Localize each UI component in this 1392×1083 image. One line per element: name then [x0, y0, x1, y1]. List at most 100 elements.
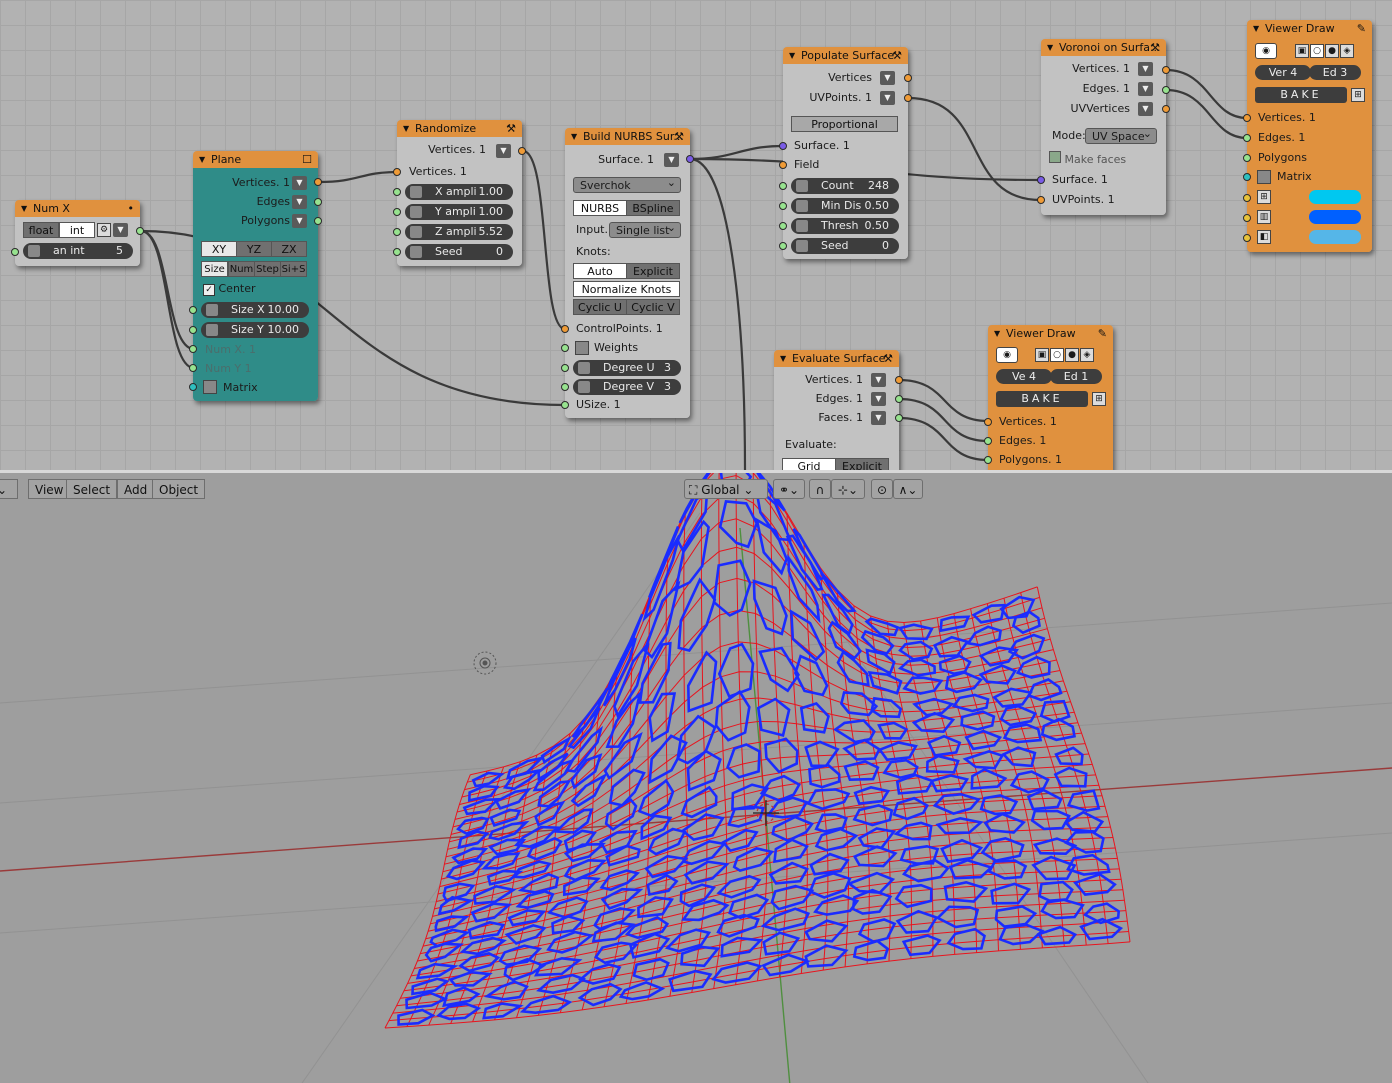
degree-u-field[interactable]: Degree U 3 — [573, 360, 681, 376]
edge-color-swatch[interactable] — [1309, 210, 1361, 224]
mode-size-button[interactable]: Size — [201, 261, 228, 277]
chevron-down-icon[interactable]: ▼ — [871, 411, 886, 425]
cyclic-u-toggle[interactable]: Cyclic U — [573, 299, 627, 315]
socket-out[interactable] — [314, 217, 322, 225]
pivot-select[interactable]: ⚭⌄ — [773, 479, 805, 499]
bake-button[interactable]: BAKE — [996, 391, 1088, 407]
size-x-field[interactable]: Size X 10.00 — [201, 302, 309, 318]
node-header[interactable]: ▼ Evaluate Surface ⚒ — [774, 350, 899, 367]
socket-in[interactable] — [561, 344, 569, 352]
node-build-nurbs[interactable]: ▼ Build NURBS Sur... ⚒ Surface. 1 ▼ Sverch… — [561, 128, 694, 418]
auto-button[interactable]: Auto — [573, 263, 627, 279]
nurbs-button[interactable]: NURBS — [573, 200, 627, 216]
chevron-down-icon[interactable]: ▼ — [496, 144, 511, 158]
socket-in[interactable] — [189, 364, 197, 372]
node-header[interactable]: ▼ Viewer Draw ✎ — [1247, 20, 1372, 37]
socket-out[interactable] — [1162, 66, 1170, 74]
make-faces-checkbox[interactable]: Make faces — [1049, 151, 1126, 166]
display-mode-icon[interactable]: ▣ — [1295, 44, 1309, 58]
node-header[interactable]: ▼ Plane ☐ — [193, 151, 318, 168]
node-header[interactable]: ▼ Populate Surface ⚒ — [783, 47, 908, 64]
vertex-color-icon[interactable]: ⊞ — [1257, 190, 1271, 204]
node-header[interactable]: ▼ Num X • — [15, 200, 140, 217]
normalize-knots-toggle[interactable]: Normalize Knots — [573, 281, 680, 297]
yz-button[interactable]: YZ — [236, 241, 272, 257]
vertex-mode-icon[interactable]: ○ — [1050, 348, 1064, 362]
xy-button[interactable]: XY — [201, 241, 237, 257]
node-plane[interactable]: ▼ Plane ☐ Vertices. 1 ▼ Edges ▼ Polygons ▼… — [189, 151, 322, 401]
min-dist-field[interactable]: Min Dis 0.50 — [791, 198, 899, 214]
bake-button[interactable]: BAKE — [1255, 87, 1347, 103]
edge-mode-icon[interactable]: ● — [1325, 44, 1339, 58]
node-header[interactable]: ▼ Voronoi on Surfa... ⚒ — [1041, 39, 1166, 56]
node-header[interactable]: ▼ Build NURBS Sur... ⚒ — [565, 128, 690, 145]
socket-in[interactable] — [1243, 154, 1251, 162]
socket-in[interactable] — [984, 437, 992, 445]
socket-in[interactable] — [393, 228, 401, 236]
socket-out[interactable] — [686, 155, 694, 163]
socket-out[interactable] — [895, 395, 903, 403]
socket-in[interactable] — [393, 168, 401, 176]
face-color-icon[interactable]: ◧ — [1257, 230, 1271, 244]
seed-field[interactable]: Seed 0 — [405, 244, 513, 260]
node-header[interactable]: ▼ Randomize ⚒ — [397, 120, 522, 137]
x-ampli-field[interactable]: X ampli 1.00 — [405, 184, 513, 200]
count-field[interactable]: Count 248 — [791, 178, 899, 194]
proportional-toggle[interactable]: Proportional — [791, 116, 898, 132]
socket-in[interactable] — [11, 248, 19, 256]
threshold-field[interactable]: Thresh 0.50 — [791, 218, 899, 234]
snap-toggle[interactable]: ∩ — [809, 479, 831, 499]
socket-in[interactable] — [779, 222, 787, 230]
socket-in[interactable] — [1243, 194, 1251, 202]
chevron-down-icon[interactable]: ▼ — [292, 195, 307, 209]
proportional-edit-toggle[interactable]: ⊙ — [871, 479, 893, 499]
chevron-down-icon[interactable]: ▼ — [871, 373, 886, 387]
editor-type-button[interactable]: ⌄ — [0, 479, 18, 499]
chevron-down-icon[interactable]: ▼ — [292, 176, 307, 190]
falloff-select[interactable]: ∧⌄ — [893, 479, 923, 499]
chevron-down-icon[interactable]: ▼ — [871, 392, 886, 406]
socket-in[interactable] — [393, 248, 401, 256]
socket-in[interactable] — [1243, 173, 1251, 181]
edge-mode-icon[interactable]: ● — [1065, 348, 1079, 362]
chevron-down-icon[interactable]: ▼ — [1138, 102, 1153, 116]
socket-in[interactable] — [189, 326, 197, 334]
socket-out[interactable] — [904, 74, 912, 82]
chevron-down-icon[interactable]: ▼ — [880, 91, 895, 105]
type-float-button[interactable]: float — [23, 222, 59, 238]
mode-step-button[interactable]: Step — [254, 261, 281, 277]
socket-in[interactable] — [779, 202, 787, 210]
seed-field[interactable]: Seed 0 — [791, 238, 899, 254]
socket-out[interactable] — [1162, 105, 1170, 113]
chevron-down-icon[interactable]: ▼ — [1138, 62, 1153, 76]
vertex-mode-icon[interactable]: ○ — [1310, 44, 1324, 58]
socket-in[interactable] — [779, 182, 787, 190]
input-select[interactable]: Single list — [609, 220, 681, 238]
vertex-color-swatch[interactable] — [1309, 190, 1361, 204]
int-field[interactable]: an int 5 — [23, 243, 133, 259]
socket-in[interactable] — [1243, 114, 1251, 122]
implementation-select[interactable]: Sverchok — [573, 175, 681, 193]
socket-out[interactable] — [314, 198, 322, 206]
gear-icon[interactable]: ⚙ — [97, 223, 111, 237]
node-voronoi-on-surface[interactable]: ▼ Voronoi on Surfa... ⚒ Vertices. 1 ▼ Edge… — [1037, 39, 1170, 215]
socket-out[interactable] — [895, 414, 903, 422]
center-checkbox[interactable]: ✓ Center — [203, 282, 256, 296]
socket-in[interactable] — [189, 345, 197, 353]
select-menu[interactable]: Select — [66, 479, 118, 499]
eye-icon[interactable]: ◉ — [996, 347, 1018, 363]
chevron-down-icon[interactable]: ▼ — [880, 71, 895, 85]
explicit-button[interactable]: Explicit — [626, 263, 680, 279]
socket-in[interactable] — [393, 208, 401, 216]
viewport-canvas[interactable] — [0, 473, 1392, 1083]
socket-in[interactable] — [189, 383, 197, 391]
chevron-down-icon[interactable]: ▼ — [292, 214, 307, 228]
node-populate-surface[interactable]: ▼ Populate Surface ⚒ Vertices ▼ UVPoints. … — [779, 47, 912, 259]
socket-in[interactable] — [561, 364, 569, 372]
add-menu[interactable]: Add — [117, 479, 155, 499]
snap-target-select[interactable]: ⊹⌄ — [831, 479, 865, 499]
socket-in[interactable] — [1243, 134, 1251, 142]
socket-in[interactable] — [1243, 214, 1251, 222]
chevron-down-icon[interactable]: ▼ — [1138, 82, 1153, 96]
socket-out[interactable] — [136, 227, 144, 235]
